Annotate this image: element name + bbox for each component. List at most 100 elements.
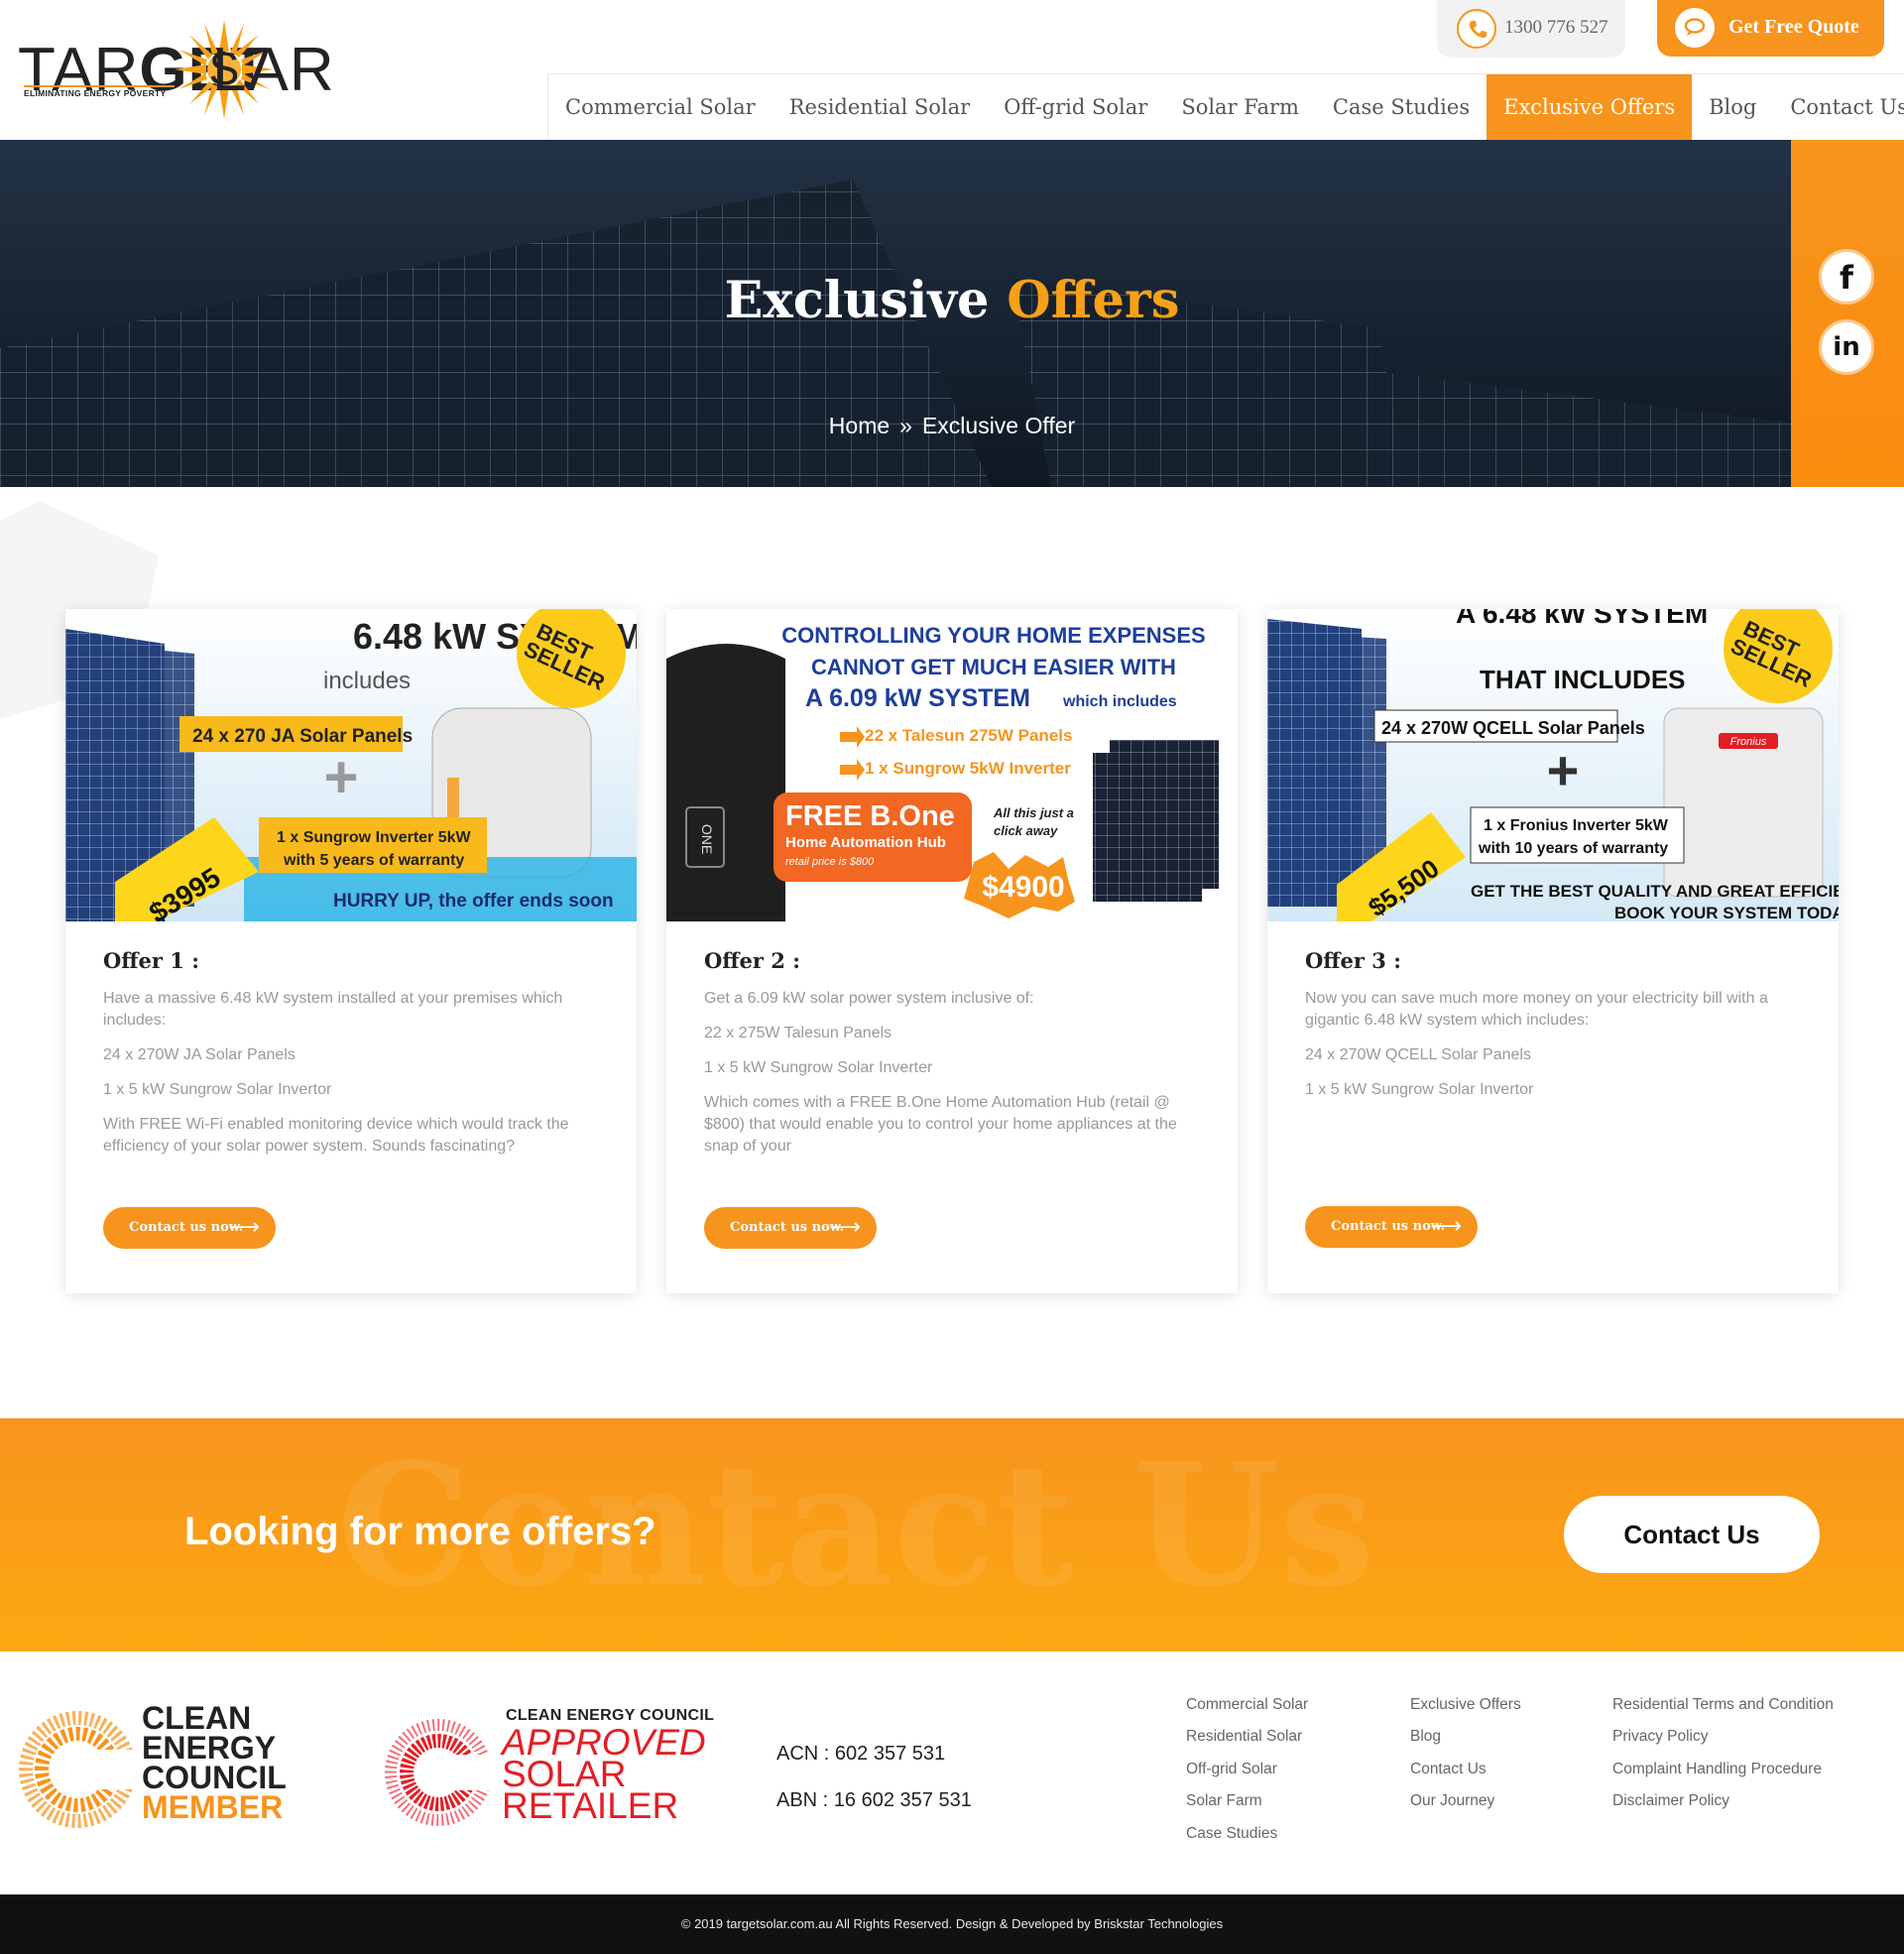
get-free-quote-button[interactable]: Get Free Quote [1657,0,1884,57]
offer-2-description: Get a 6.09 kW solar power system inclusi… [704,988,1200,1170]
cta-heading: Looking for more offers? [184,1510,656,1553]
arrow-right-icon: ⟶ [829,1215,861,1240]
footer-link-complaints[interactable]: Complaint Handling Procedure [1612,1754,1834,1785]
nav-commercial-solar[interactable]: Commercial Solar [548,74,773,140]
nav-off-grid-solar[interactable]: Off-grid Solar [987,74,1164,140]
offer-2-title: Offer 2 : [704,948,800,973]
nav-residential-solar[interactable]: Residential Solar [773,74,988,140]
offer-1-banner-inverter-2: with 5 years of warranty [283,852,464,869]
abn-number: ABN : 16 602 357 531 [776,1789,972,1811]
arrow-right-icon: ⟶ [1430,1214,1462,1239]
offer-1-banner-inverter-1: 1 x Sungrow Inverter 5kW [277,829,472,846]
offer-card-1: 6.48 kW SYSTEM includes BEST SELLER 24 x… [65,609,637,1293]
offer-2-banner-free1: FREE B.One [785,800,955,832]
offer-2-banner-line2: CANNOT GET MUCH EASIER WITH [811,655,1176,679]
footer-link-commercial-solar[interactable]: Commercial Solar [1186,1689,1308,1721]
offer-2-text: 1 x 5 kW Sungrow Solar Inverter [704,1059,933,1076]
offer-3-contact-button[interactable]: Contact us now. ⟶ [1305,1206,1478,1248]
site-header: TARGET S LAR ELIMINATING ENERGY POVERTY … [0,0,1904,140]
breadcrumb-current: Exclusive Offer [921,413,1076,438]
offer-3-banner-inverter-2: with 10 years of warranty [1478,840,1668,857]
social-sidebar: f in [1791,140,1904,487]
nav-exclusive-offers[interactable]: Exclusive Offers [1487,74,1693,140]
cec-wordmark: CLEAN ENERGY COUNCIL MEMBER [142,1700,287,1825]
offer-2-device-label: ONE [699,824,715,854]
offer-2-text: 22 x 275W Talesun Panels [704,1025,892,1041]
phone-contact[interactable]: 1300 776 527 [1437,0,1625,58]
offer-3-banner-includes: THAT INCLUDES [1480,665,1686,694]
nav-blog[interactable]: Blog [1692,74,1773,140]
footer-link-residential-solar[interactable]: Residential Solar [1186,1721,1308,1753]
offer-2-contact-label: Contact us now. [730,1220,845,1235]
offer-1-text: With FREE Wi-Fi enabled monitoring devic… [103,1116,569,1155]
breadcrumb: Home » Exclusive Offer [0,413,1791,439]
offer-2-banner-line3-small: which includes [1062,693,1177,710]
footer-link-terms[interactable]: Residential Terms and Condition [1612,1689,1834,1721]
footer-link-case-studies[interactable]: Case Studies [1186,1818,1308,1850]
contact-cta-band: Contact Us Looking for more offers? Cont… [0,1418,1904,1651]
offer-3-inverter-brand: Fronius [1730,736,1767,748]
offer-1-text: Have a massive 6.48 kW system installed … [103,990,563,1029]
page-title: Exclusive Offers [724,271,1180,330]
footer-link-blog[interactable]: Blog [1410,1721,1521,1753]
nav-solar-farm[interactable]: Solar Farm [1164,74,1316,140]
offer-1-text: 1 x 5 kW Sungrow Solar Invertor [103,1081,332,1098]
asr-c-icon [385,1719,496,1826]
breadcrumb-home[interactable]: Home [829,413,890,438]
acn-number: ACN : 602 357 531 [776,1743,946,1765]
offer-2-text: Which comes with a FREE B.One Home Autom… [704,1094,1177,1155]
hero-banner: Exclusive Offers Home » Exclusive Offer [0,140,1791,487]
offer-2-text: Get a 6.09 kW solar power system inclusi… [704,990,1034,1007]
offer-card-3: Fronius A 6.48 kW SYSTEM BEST SELLER THA… [1267,609,1839,1293]
offer-2-banner-note1: All this just a [993,805,1074,820]
footer-link-disclaimer[interactable]: Disclaimer Policy [1612,1785,1834,1817]
footer-links-legal: Residential Terms and Condition Privacy … [1612,1689,1834,1818]
offer-2-contact-button[interactable]: Contact us now. ⟶ [704,1207,877,1249]
footer-link-exclusive-offers[interactable]: Exclusive Offers [1410,1689,1521,1721]
chat-icon [1675,8,1715,48]
footer-link-off-grid-solar[interactable]: Off-grid Solar [1186,1754,1308,1785]
offer-1-contact-button[interactable]: Contact us now. ⟶ [103,1207,276,1249]
footer-link-solar-farm[interactable]: Solar Farm [1186,1785,1308,1817]
offer-3-banner-inverter-1: 1 x Fronius Inverter 5kW [1484,817,1669,834]
cta-contact-button[interactable]: Contact Us [1564,1496,1820,1573]
offer-2-banner-item1: 22 x Talesun 275W Panels [865,726,1072,745]
footer-link-our-journey[interactable]: Our Journey [1410,1785,1521,1817]
offer-1-banner-sub: includes [323,668,411,694]
approved-solar-retailer-logo: CLEAN ENERGY COUNCIL APPROVED SOLAR RETA… [382,1707,719,1836]
nav-case-studies[interactable]: Case Studies [1316,74,1487,140]
footer-link-privacy[interactable]: Privacy Policy [1612,1721,1834,1753]
phone-number: 1300 776 527 [1504,17,1608,38]
offer-3-banner-image[interactable]: Fronius A 6.48 kW SYSTEM BEST SELLER THA… [1267,609,1839,921]
offer-3-text: 24 x 270W QCELL Solar Panels [1305,1046,1531,1063]
copyright-bar: © 2019 targetsolar.com.au All Rights Res… [0,1894,1904,1954]
breadcrumb-separator: » [899,413,912,438]
asr-wordmark: APPROVED SOLAR RETAILER [502,1722,706,1826]
offer-3-text: 1 x 5 kW Sungrow Solar Invertor [1305,1081,1534,1098]
offer-3-banner-footer2: BOOK YOUR SYSTEM TODAY! [1614,904,1839,921]
offer-1-banner-image[interactable]: 6.48 kW SYSTEM includes BEST SELLER 24 x… [65,609,637,921]
offer-3-plus: + [1547,739,1580,801]
offer-2-banner-note2: click away [994,823,1058,838]
offer-2-banner-line1: CONTROLLING YOUR HOME EXPENSES [781,623,1205,648]
offer-1-title: Offer 1 : [103,948,199,973]
offer-2-banner-image[interactable]: ONE CONTROLLING YOUR HOME EXPENSES CANNO… [666,609,1238,921]
site-logo[interactable]: TARGET S LAR ELIMINATING ENERGY POVERTY [18,18,375,122]
offer-2-banner-item2: 1 x Sungrow 5kW Inverter [865,759,1071,778]
arrow-right-icon: ⟶ [228,1215,260,1240]
offer-1-banner-panels: 24 x 270 JA Solar Panels [192,726,413,747]
facebook-icon[interactable]: f [1819,249,1874,305]
offer-card-2: ONE CONTROLLING YOUR HOME EXPENSES CANNO… [666,609,1238,1293]
offer-3-banner-top: A 6.48 kW SYSTEM [1456,609,1708,629]
offer-2-banner-free2: Home Automation Hub [785,834,946,851]
offer-3-banner-panels: 24 x 270W QCELL Solar Panels [1381,718,1645,738]
site-footer: CLEAN ENERGY COUNCIL MEMBER CLEAN ENERGY… [0,1651,1904,1894]
nav-contact-us[interactable]: Contact Us [1773,74,1904,140]
offer-1-text: 24 x 270W JA Solar Panels [103,1046,296,1063]
offer-3-title: Offer 3 : [1305,948,1401,973]
offer-1-plus: + [323,744,358,810]
footer-link-contact-us[interactable]: Contact Us [1410,1754,1521,1785]
offer-3-text: Now you can save much more money on your… [1305,990,1768,1029]
footer-links-services: Commercial Solar Residential Solar Off-g… [1186,1689,1308,1850]
linkedin-icon[interactable]: in [1819,319,1874,375]
